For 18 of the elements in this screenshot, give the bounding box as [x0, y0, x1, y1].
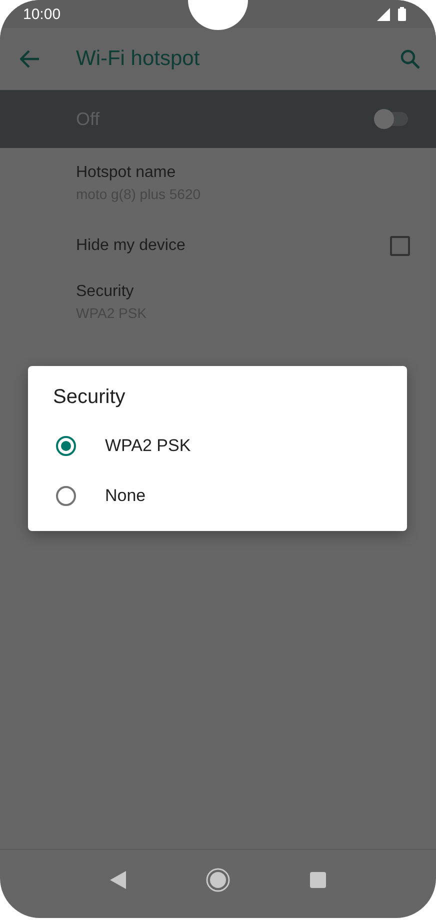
setting-title: Hide my device [76, 237, 186, 255]
home-nav-icon[interactable] [206, 868, 230, 892]
dialog-title: Security [53, 386, 126, 409]
option-label[interactable]: None [105, 486, 146, 506]
radio-button[interactable] [56, 486, 76, 506]
checkbox[interactable] [390, 236, 410, 256]
signal-icon [377, 8, 390, 20]
screen-title: Wi-Fi hotspot [76, 47, 201, 71]
battery-icon [398, 7, 406, 21]
setting-title: Hotspot name [76, 164, 177, 182]
option-label[interactable]: WPA2 PSK [105, 436, 191, 456]
setting-title: Security [76, 283, 135, 301]
back-arrow-icon[interactable] [20, 50, 40, 68]
hotspot-switch[interactable] [374, 112, 408, 126]
radio-button[interactable] [56, 436, 76, 456]
status-time: 10:00 [23, 6, 61, 22]
back-nav-icon[interactable] [110, 871, 126, 889]
search-icon[interactable] [400, 49, 420, 69]
